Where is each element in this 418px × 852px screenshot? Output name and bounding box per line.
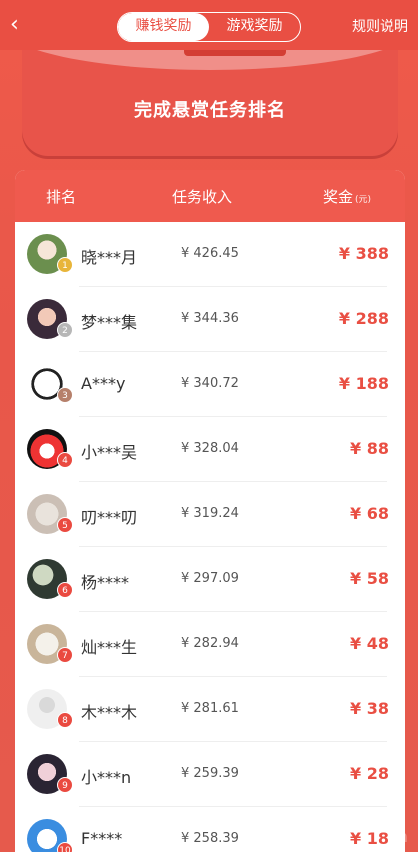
task-income: ¥ 426.45 xyxy=(181,246,239,261)
rank-badge: 6 xyxy=(57,582,73,598)
task-income: ¥ 282.94 xyxy=(181,636,239,651)
prize-amount: ¥ 388 xyxy=(338,244,389,263)
banner-tab-decor xyxy=(184,50,286,56)
user-name: A***y xyxy=(81,374,126,393)
user-name: 小***吴 xyxy=(81,443,138,462)
header-prize: 奖金 (元) xyxy=(323,186,371,207)
user-name: 梦***集 xyxy=(81,313,138,332)
user-name: F**** xyxy=(81,829,123,848)
prize-amount: ¥ 68 xyxy=(350,504,389,523)
ranking-banner: 完成悬赏任务排名 xyxy=(22,50,398,156)
top-bar: ‹ 赚钱奖励 游戏奖励 规则说明 xyxy=(0,0,418,50)
user-name: 晓***月 xyxy=(81,248,138,267)
back-icon[interactable]: ‹ xyxy=(10,12,32,38)
user-name: 叨***叨 xyxy=(81,508,138,527)
rank-badge: 4 xyxy=(57,452,73,468)
ranking-row: 5 叨***叨 ¥ 319.24 ¥ 68 xyxy=(15,482,405,547)
ranking-list: 1 晓***月 ¥ 426.45 ¥ 388 2 梦***集 ¥ 344.36 ¥ 288 3 A… xyxy=(15,222,405,852)
rules-link[interactable]: 规则说明 xyxy=(352,16,408,36)
ranking-row: 1 晓***月 ¥ 426.45 ¥ 388 xyxy=(15,222,405,287)
prize-amount: ¥ 38 xyxy=(350,699,389,718)
ranking-row: 3 A***y ¥ 340.72 ¥ 188 xyxy=(15,352,405,417)
ranking-card: 排名 任务收入 奖金 (元) 1 晓***月 ¥ 426.45 ¥ 388 2 梦***集 ¥… xyxy=(15,170,405,852)
user-name: 木***木 xyxy=(81,703,138,722)
ranking-row: 2 梦***集 ¥ 344.36 ¥ 288 xyxy=(15,287,405,352)
ranking-row: 6 杨**** ¥ 297.09 ¥ 58 xyxy=(15,547,405,612)
task-income: ¥ 319.24 xyxy=(181,506,239,521)
rank-badge: 8 xyxy=(57,712,73,728)
task-income: ¥ 281.61 xyxy=(181,701,239,716)
prize-amount: ¥ 58 xyxy=(350,569,389,588)
ranking-row: 8 木***木 ¥ 281.61 ¥ 38 xyxy=(15,677,405,742)
ranking-row: 9 小***n ¥ 259.39 ¥ 28 xyxy=(15,742,405,807)
header-prize-unit: (元) xyxy=(355,195,372,205)
rank-badge: 9 xyxy=(57,777,73,793)
rank-badge: 3 xyxy=(57,387,73,403)
prize-amount: ¥ 18 xyxy=(350,829,389,848)
rank-badge: 5 xyxy=(57,517,73,533)
ranking-row: 4 小***吴 ¥ 328.04 ¥ 88 xyxy=(15,417,405,482)
header-rank: 排名 xyxy=(46,188,77,206)
user-name: 灿***生 xyxy=(81,638,138,657)
tab-money-rewards[interactable]: 赚钱奖励 xyxy=(118,13,209,41)
banner-title: 完成悬赏任务排名 xyxy=(134,100,286,121)
rank-badge: 1 xyxy=(57,257,73,273)
rank-badge: 10 xyxy=(57,842,73,852)
task-income: ¥ 258.39 xyxy=(181,831,239,846)
rank-badge: 7 xyxy=(57,647,73,663)
task-income: ¥ 328.04 xyxy=(181,441,239,456)
header-prize-label: 奖金 xyxy=(323,188,354,206)
header-income: 任务收入 xyxy=(172,188,233,206)
prize-amount: ¥ 48 xyxy=(350,634,389,653)
task-income: ¥ 259.39 xyxy=(181,766,239,781)
task-income: ¥ 340.72 xyxy=(181,376,239,391)
task-income: ¥ 344.36 xyxy=(181,311,239,326)
prize-amount: ¥ 88 xyxy=(350,439,389,458)
tab-switcher: 赚钱奖励 游戏奖励 xyxy=(117,12,301,42)
prize-amount: ¥ 288 xyxy=(338,309,389,328)
ranking-row: 7 灿***生 ¥ 282.94 ¥ 48 xyxy=(15,612,405,677)
ranking-row: 10 F**** ¥ 258.39 ¥ 18 xyxy=(15,807,405,852)
table-header: 排名 任务收入 奖金 (元) xyxy=(15,170,405,222)
tab-game-rewards[interactable]: 游戏奖励 xyxy=(209,13,300,41)
prize-amount: ¥ 188 xyxy=(338,374,389,393)
user-name: 杨**** xyxy=(81,573,130,592)
rank-badge: 2 xyxy=(57,322,73,338)
prize-amount: ¥ 28 xyxy=(350,764,389,783)
watermark: m xyxy=(392,827,408,846)
user-name: 小***n xyxy=(81,768,132,787)
task-income: ¥ 297.09 xyxy=(181,571,239,586)
